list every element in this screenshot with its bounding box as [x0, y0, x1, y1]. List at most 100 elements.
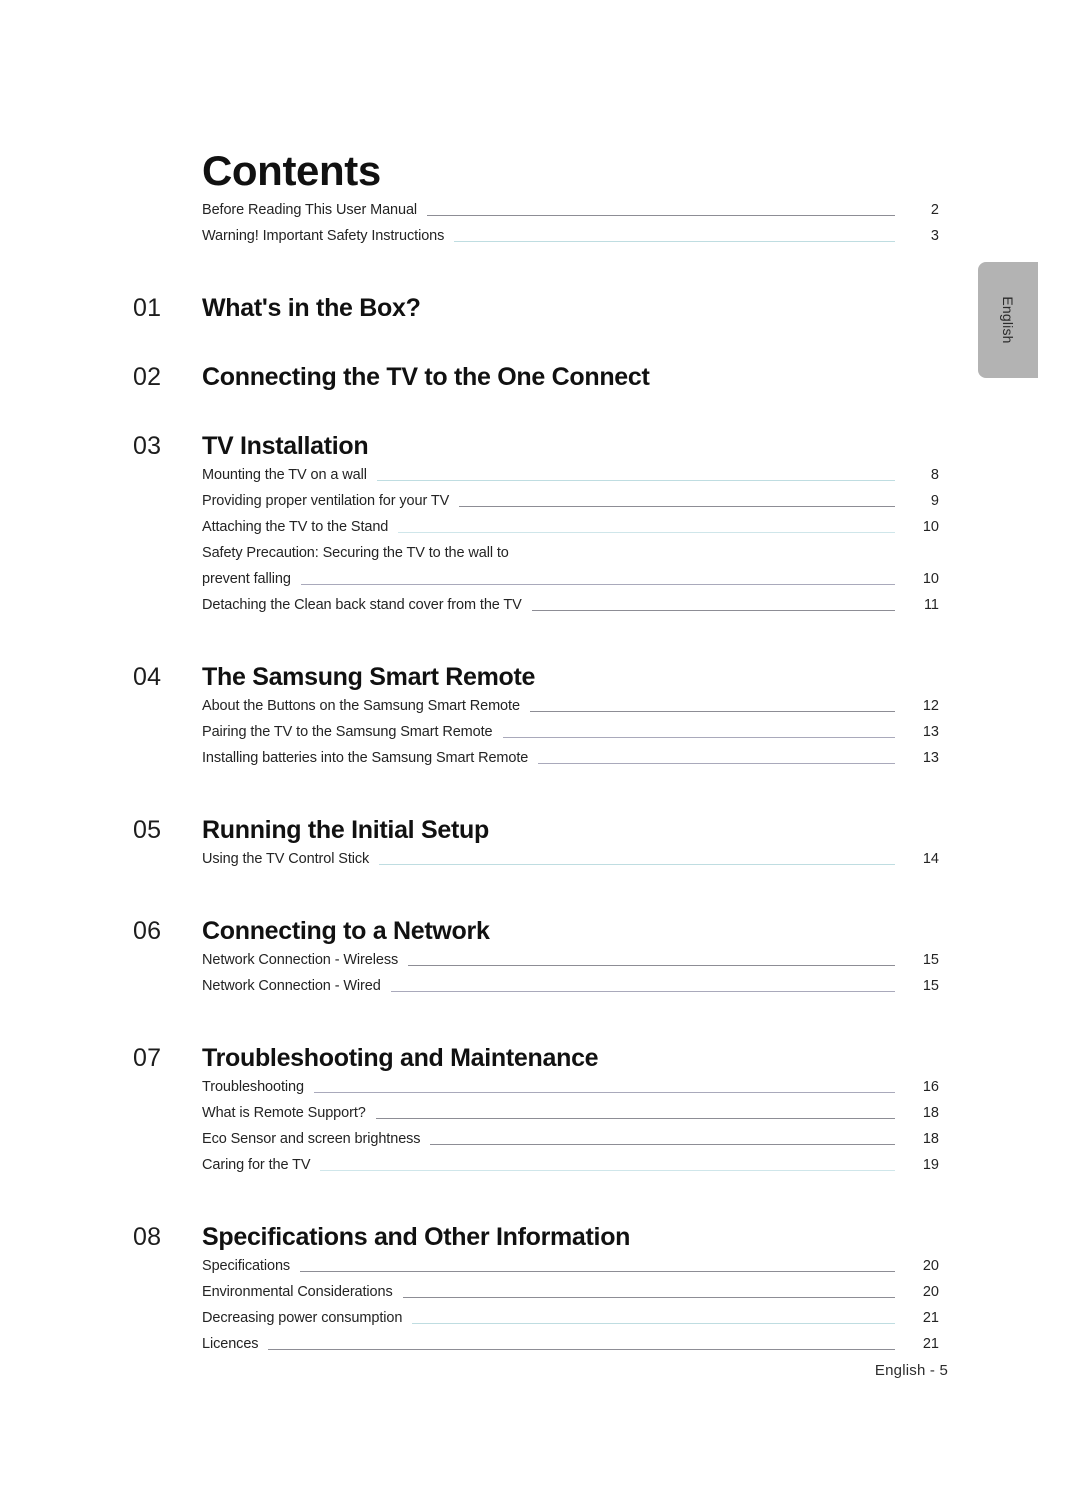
toc-chapter: 07 Troubleshooting and Maintenance Trouble… — [133, 1044, 948, 1183]
leader-line — [519, 558, 895, 559]
chapter-heading[interactable]: 06 Connecting to a Network — [133, 917, 948, 946]
toc-entry-page-number: 14 — [922, 851, 939, 867]
language-tab[interactable]: English — [978, 262, 1038, 378]
toc-entry[interactable]: Specifications 20 — [202, 1258, 939, 1284]
toc-entry[interactable]: Pairing the TV to the Samsung Smart Remo… — [202, 724, 939, 750]
leader-line — [454, 241, 895, 242]
chapter-heading[interactable]: 08 Specifications and Other Information — [133, 1223, 948, 1252]
toc-entry[interactable]: Mounting the TV on a wall 8 — [202, 467, 939, 493]
toc-entry-label: Mounting the TV on a wall — [202, 467, 367, 483]
chapter-number: 05 — [133, 816, 162, 844]
toc-entry-label: Caring for the TV — [202, 1157, 311, 1173]
toc-entry-label: Safety Precaution: Securing the TV to th… — [202, 545, 509, 561]
toc-entry-page-number: 18 — [922, 1105, 939, 1121]
leader-line — [408, 965, 895, 966]
leader-line — [375, 1118, 896, 1119]
chapter-heading[interactable]: 01 What's in the Box? — [133, 294, 948, 323]
leader-line — [379, 864, 895, 865]
leader-line — [502, 737, 896, 738]
toc-entry[interactable]: Environmental Considerations 20 — [202, 1284, 939, 1310]
toc-entry-label: Before Reading This User Manual — [202, 202, 418, 218]
toc-entry[interactable]: Decreasing power consumption 21 — [202, 1310, 939, 1336]
chapter-number: 08 — [133, 1223, 162, 1251]
toc-entry-label: Network Connection - Wireless — [202, 952, 399, 968]
toc-entry[interactable]: Warning! Important Safety Instructions 3 — [202, 228, 939, 254]
toc-entry[interactable]: Caring for the TV 19 — [202, 1157, 939, 1183]
chapter-title: Connecting to a Network — [202, 917, 490, 945]
toc-entry[interactable]: prevent falling 10 — [202, 571, 939, 597]
leader-line — [268, 1349, 895, 1350]
leader-line — [376, 480, 896, 481]
toc-entry[interactable]: Before Reading This User Manual 2 — [202, 202, 939, 228]
toc-entry-page-number: 18 — [922, 1131, 939, 1147]
toc-entry-page-number: 15 — [922, 952, 939, 968]
toc-entry[interactable]: Safety Precaution: Securing the TV to th… — [202, 545, 939, 571]
toc-entry[interactable]: About the Buttons on the Samsung Smart R… — [202, 698, 939, 724]
toc-entry-page-number: 10 — [922, 519, 939, 535]
toc-entry-label: Environmental Considerations — [202, 1284, 393, 1300]
toc-entry-page-number: 16 — [922, 1079, 939, 1095]
toc-entry-label: Detaching the Clean back stand cover fro… — [202, 597, 522, 613]
toc-entry-label: Installing batteries into the Samsung Sm… — [202, 750, 529, 766]
toc-entry[interactable]: Licences 21 — [202, 1336, 939, 1362]
leader-line — [300, 1271, 895, 1272]
chapter-title: Troubleshooting and Maintenance — [202, 1044, 599, 1072]
toc-entry-label: prevent falling — [202, 571, 291, 587]
leader-line — [427, 215, 895, 216]
chapter-number: 04 — [133, 663, 162, 691]
leader-line — [300, 584, 896, 585]
chapter-number: 07 — [133, 1044, 162, 1072]
toc-entry-page-number: 11 — [923, 597, 939, 613]
chapter-subitems: Using the TV Control Stick 14 — [133, 851, 948, 877]
toc-entry-page-number: 21 — [922, 1310, 939, 1326]
toc-entry-page-number: 9 — [930, 493, 939, 509]
chapter-heading[interactable]: 02 Connecting the TV to the One Connect — [133, 363, 948, 392]
toc-entry-label: What is Remote Support? — [202, 1105, 366, 1121]
toc-entry-page-number: 21 — [922, 1336, 939, 1352]
toc-entry[interactable]: Providing proper ventilation for your TV… — [202, 493, 939, 519]
toc-entry-label: Attaching the TV to the Stand — [202, 519, 389, 535]
toc-entry[interactable]: Detaching the Clean back stand cover fro… — [202, 597, 939, 623]
leader-line — [529, 711, 896, 712]
toc-entry[interactable]: Attaching the TV to the Stand 10 — [202, 519, 939, 545]
leader-line — [412, 1323, 895, 1324]
toc-entry-page-number: 13 — [922, 750, 939, 766]
leader-line — [313, 1092, 896, 1093]
toc-entry-page-number: 20 — [922, 1258, 939, 1274]
leader-line — [531, 610, 896, 611]
leader-line — [398, 532, 895, 533]
chapter-list: 01 What's in the Box? 02 Connecting the TV … — [133, 294, 948, 1362]
chapter-subitems: Mounting the TV on a wall 8 Providing prop… — [133, 467, 948, 623]
toc-entry[interactable]: Network Connection - Wired 15 — [202, 978, 939, 1004]
chapter-heading[interactable]: 05 Running the Initial Setup — [133, 816, 948, 845]
leader-line — [538, 763, 895, 764]
chapter-heading[interactable]: 07 Troubleshooting and Maintenance — [133, 1044, 948, 1073]
toc-chapter: 03 TV Installation Mounting the TV on a wa… — [133, 432, 948, 623]
toc-entry-label: Decreasing power consumption — [202, 1310, 403, 1326]
chapter-subitems: Network Connection - Wireless 15 Network C… — [133, 952, 948, 1004]
toc-chapter: 02 Connecting the TV to the One Connect — [133, 363, 948, 392]
leader-line — [430, 1144, 895, 1145]
contents-page: Contents Before Reading This User Manual… — [0, 0, 1080, 1494]
chapter-subitems: Troubleshooting 16 What is Remote Support?… — [133, 1079, 948, 1183]
toc-entry[interactable]: Eco Sensor and screen brightness 18 — [202, 1131, 939, 1157]
toc-entry[interactable]: What is Remote Support? 18 — [202, 1105, 939, 1131]
chapter-title: What's in the Box? — [202, 294, 421, 322]
toc-entry-label: Using the TV Control Stick — [202, 851, 370, 867]
toc-entry-label: Network Connection - Wired — [202, 978, 381, 994]
chapter-subitems: About the Buttons on the Samsung Smart R… — [133, 698, 948, 776]
toc-entry[interactable]: Network Connection - Wireless 15 — [202, 952, 939, 978]
toc-entry-page-number: 3 — [930, 228, 939, 244]
chapter-number: 06 — [133, 917, 162, 945]
chapter-heading[interactable]: 03 TV Installation — [133, 432, 948, 461]
toc-entry-page-number: 15 — [922, 978, 939, 994]
toc-entry-label: Pairing the TV to the Samsung Smart Remo… — [202, 724, 493, 740]
toc-entry[interactable]: Troubleshooting 16 — [202, 1079, 939, 1105]
leader-line — [402, 1297, 896, 1298]
chapter-title: Connecting the TV to the One Connect — [202, 363, 650, 391]
toc-entry[interactable]: Using the TV Control Stick 14 — [202, 851, 939, 877]
toc-entry[interactable]: Installing batteries into the Samsung Sm… — [202, 750, 939, 776]
toc-entry-page-number: 8 — [930, 467, 939, 483]
toc-entry-label: Troubleshooting — [202, 1079, 304, 1095]
chapter-heading[interactable]: 04 The Samsung Smart Remote — [133, 663, 948, 692]
